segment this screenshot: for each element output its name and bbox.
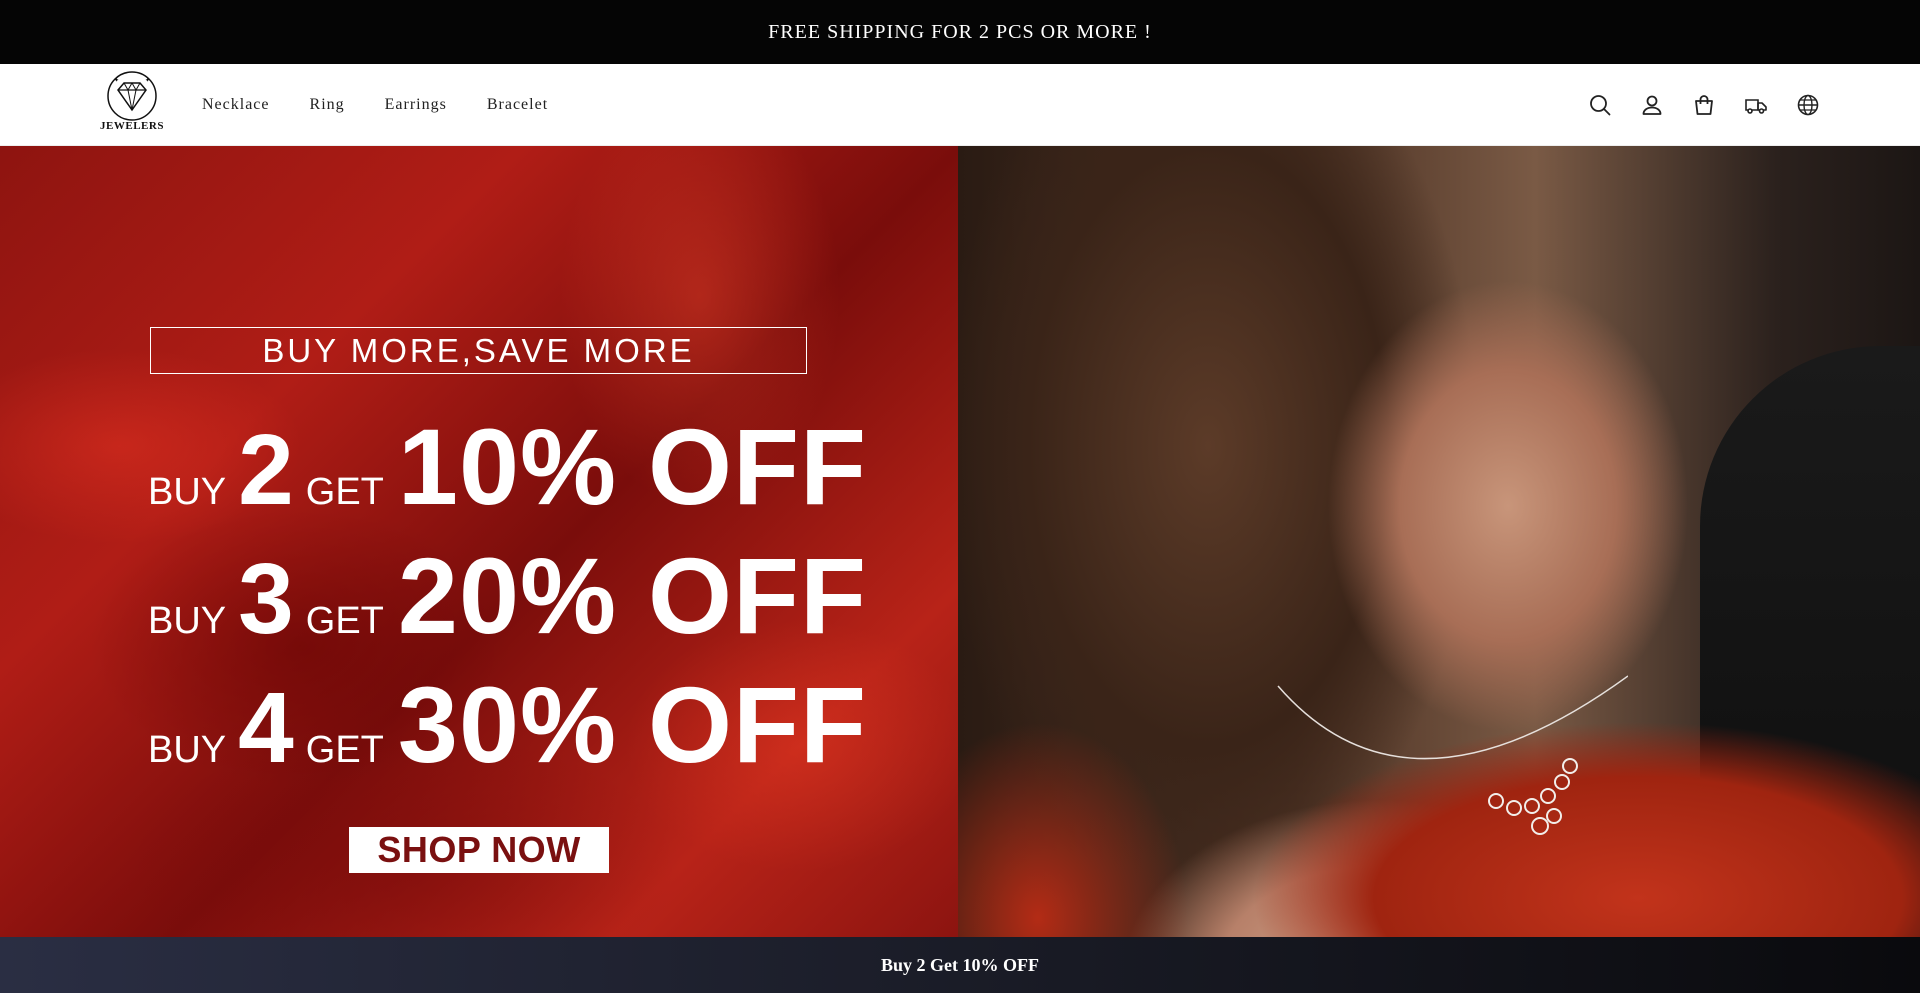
offer-qty: 3 — [238, 543, 294, 655]
bottom-promo-bar: Buy 2 Get 10% OFF — [0, 937, 1920, 993]
main-nav: Necklace Ring Earrings Bracelet — [202, 64, 548, 145]
offer-buy: BUY — [148, 729, 227, 771]
site-header: ✦ ✦ JEWELERS Necklace Ring Earrings Brac… — [0, 64, 1920, 146]
svg-text:✦: ✦ — [145, 77, 150, 84]
cart-icon[interactable] — [1692, 93, 1716, 117]
offer-row: BUY 3 GET 20% OFF — [148, 533, 867, 658]
svg-text:✦: ✦ — [114, 77, 119, 84]
offer-get: GET — [305, 600, 384, 642]
nav-ring[interactable]: Ring — [310, 96, 345, 114]
offer-qty: 4 — [238, 672, 294, 784]
globe-icon[interactable] — [1796, 93, 1820, 117]
nav-bracelet[interactable]: Bracelet — [487, 96, 548, 114]
offer-discount: 30% OFF — [397, 664, 868, 785]
offer-buy: BUY — [148, 600, 227, 642]
bottom-promo-text: Buy 2 Get 10% OFF — [881, 954, 1039, 975]
search-icon[interactable] — [1588, 93, 1612, 117]
necklace-image — [1277, 675, 1628, 835]
nav-earrings[interactable]: Earrings — [385, 96, 447, 114]
shop-now-button[interactable]: SHOP NOW — [349, 827, 609, 873]
offer-get: GET — [305, 471, 384, 513]
promo-headline: BUY MORE,SAVE MORE — [150, 327, 807, 374]
announcement-text: FREE SHIPPING FOR 2 PCS OR MORE ! — [768, 20, 1152, 43]
offer-row: BUY 4 GET 30% OFF — [148, 662, 867, 787]
account-icon[interactable] — [1640, 93, 1664, 117]
logo[interactable]: ✦ ✦ JEWELERS — [97, 68, 167, 140]
logo-text: JEWELERS — [100, 120, 164, 132]
hero-banner[interactable]: BUY MORE,SAVE MORE BUY 2 GET 10% OFF BUY… — [0, 146, 1920, 938]
offer-get: GET — [305, 729, 384, 771]
header-icons — [1588, 64, 1820, 145]
track-order-icon[interactable] — [1744, 93, 1768, 117]
offer-qty: 2 — [238, 414, 294, 526]
hero-photo — [958, 146, 1920, 938]
promo-panel: BUY MORE,SAVE MORE BUY 2 GET 10% OFF BUY… — [0, 146, 958, 938]
diamond-logo-icon: ✦ ✦ — [107, 71, 157, 121]
nav-necklace[interactable]: Necklace — [202, 96, 270, 114]
announcement-bar: FREE SHIPPING FOR 2 PCS OR MORE ! — [0, 0, 1920, 64]
offer-discount: 20% OFF — [397, 535, 868, 656]
offer-row: BUY 2 GET 10% OFF — [148, 404, 867, 529]
offer-buy: BUY — [148, 471, 227, 513]
offer-discount: 10% OFF — [397, 406, 868, 527]
